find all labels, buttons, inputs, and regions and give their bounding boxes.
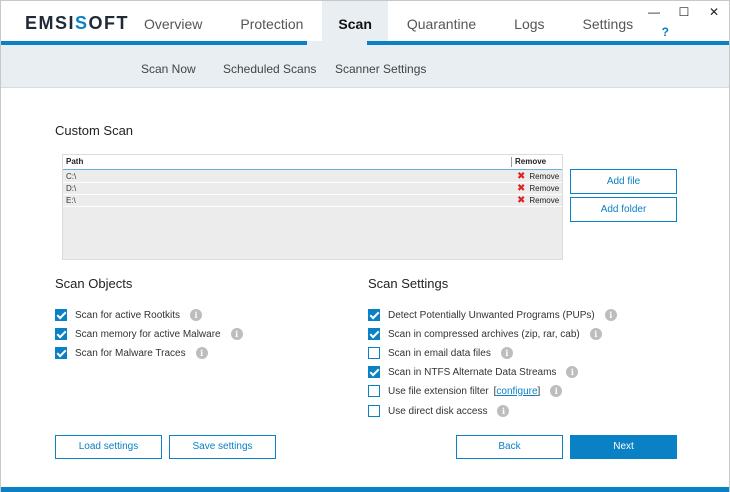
minimize-icon[interactable]: —	[639, 1, 669, 23]
info-icon[interactable]: i	[230, 328, 243, 340]
main-nav: Overview Protection Scan Quarantine Logs…	[125, 1, 652, 45]
close-icon[interactable]: ✕	[699, 1, 729, 23]
remove-x-icon: ✖	[517, 183, 526, 194]
remove-x-icon: ✖	[517, 195, 526, 206]
subnav-active-caret	[158, 80, 174, 88]
traces-checkbox[interactable]	[55, 347, 67, 359]
path-table: Path Remove C:\ ✖ Remove D:\ ✖ Remove E:\ …	[62, 154, 563, 260]
maximize-icon[interactable]: ☐	[669, 1, 699, 23]
column-separator	[511, 157, 512, 167]
option-label: Use file extension filter	[388, 385, 489, 397]
email-option[interactable]: Scan in email data files i	[368, 346, 513, 360]
remove-button[interactable]: ✖ Remove	[517, 171, 559, 182]
add-file-button[interactable]: Add file	[570, 169, 677, 194]
nav-logs[interactable]: Logs	[495, 1, 563, 45]
nav-overview[interactable]: Overview	[125, 1, 221, 45]
subnav-scan-now[interactable]: Scan Now	[141, 62, 196, 76]
subnav-scanner-settings[interactable]: Scanner Settings	[335, 62, 426, 76]
ntfs-option[interactable]: Scan in NTFS Alternate Data Streams i	[368, 365, 579, 379]
option-label: Scan for active Rootkits	[75, 309, 181, 321]
direct-disk-checkbox[interactable]	[368, 405, 380, 417]
path-cell: C:\	[66, 172, 77, 181]
path-cell: D:\	[66, 184, 77, 193]
table-row[interactable]: D:\ ✖ Remove	[63, 183, 562, 195]
info-icon[interactable]: i	[500, 347, 513, 359]
configure-link[interactable]: configure	[496, 386, 537, 397]
emsisoft-logo: EMSISOFT	[25, 13, 130, 33]
column-header-remove[interactable]: Remove	[515, 157, 546, 166]
extension-filter-option[interactable]: Use file extension filter [configure] i	[368, 384, 563, 398]
rootkits-option[interactable]: Scan for active Rootkits i	[55, 308, 203, 322]
back-button[interactable]: Back	[456, 435, 563, 459]
nav-quarantine[interactable]: Quarantine	[388, 1, 495, 45]
extension-filter-checkbox[interactable]	[368, 385, 380, 397]
archives-option[interactable]: Scan in compressed archives (zip, rar, c…	[368, 327, 602, 341]
memory-checkbox[interactable]	[55, 328, 67, 340]
remove-x-icon: ✖	[517, 171, 526, 182]
sub-nav: Scan Now Scheduled Scans Scanner Setting…	[1, 45, 729, 88]
window-controls: — ☐ ✕	[639, 1, 729, 23]
archives-checkbox[interactable]	[368, 328, 380, 340]
load-settings-button[interactable]: Load settings	[55, 435, 162, 459]
traces-option[interactable]: Scan for Malware Traces i	[55, 346, 208, 360]
memory-option[interactable]: Scan memory for active Malware i	[55, 327, 243, 341]
table-row[interactable]: E:\ ✖ Remove	[63, 195, 562, 207]
pups-checkbox[interactable]	[368, 309, 380, 321]
bracket-close: ]	[537, 385, 541, 397]
column-header-path[interactable]: Path	[66, 157, 83, 166]
remove-button[interactable]: ✖ Remove	[517, 195, 559, 206]
save-settings-button[interactable]: Save settings	[169, 435, 276, 459]
info-icon[interactable]: i	[589, 328, 602, 340]
nav-protection[interactable]: Protection	[221, 1, 322, 45]
remove-button[interactable]: ✖ Remove	[517, 183, 559, 194]
option-label: Use direct disk access	[388, 405, 488, 417]
info-icon[interactable]: i	[190, 309, 203, 321]
ntfs-checkbox[interactable]	[368, 366, 380, 378]
info-icon[interactable]: i	[550, 385, 563, 397]
next-button[interactable]: Next	[570, 435, 677, 459]
header: EMSISOFT Overview Protection Scan Quaran…	[1, 1, 729, 45]
help-icon[interactable]: ?	[662, 25, 669, 39]
option-label: Scan in email data files	[388, 347, 491, 359]
info-icon[interactable]: i	[566, 366, 579, 378]
footer-accent-bar	[1, 487, 729, 492]
scan-objects-title: Scan Objects	[55, 276, 133, 291]
option-label: Scan for Malware Traces	[75, 347, 186, 359]
path-cell: E:\	[66, 196, 76, 205]
table-row[interactable]: C:\ ✖ Remove	[63, 171, 562, 183]
table-header: Path Remove	[63, 155, 562, 170]
direct-disk-option[interactable]: Use direct disk access i	[368, 404, 510, 418]
add-folder-button[interactable]: Add folder	[570, 197, 677, 222]
info-icon[interactable]: i	[195, 347, 208, 359]
option-label: Detect Potentially Unwanted Programs (PU…	[388, 309, 595, 321]
option-label: Scan memory for active Malware	[75, 328, 221, 340]
option-label: Scan in NTFS Alternate Data Streams	[388, 366, 557, 378]
scan-settings-title: Scan Settings	[368, 276, 449, 291]
pups-option[interactable]: Detect Potentially Unwanted Programs (PU…	[368, 308, 617, 322]
custom-scan-title: Custom Scan	[55, 123, 134, 138]
rootkits-checkbox[interactable]	[55, 309, 67, 321]
info-icon[interactable]: i	[497, 405, 510, 417]
app-window: EMSISOFT Overview Protection Scan Quaran…	[0, 0, 730, 492]
option-label: Scan in compressed archives (zip, rar, c…	[388, 328, 580, 340]
info-icon[interactable]: i	[604, 309, 617, 321]
email-checkbox[interactable]	[368, 347, 380, 359]
nav-scan[interactable]: Scan	[322, 1, 388, 45]
subnav-scheduled-scans[interactable]: Scheduled Scans	[223, 62, 316, 76]
